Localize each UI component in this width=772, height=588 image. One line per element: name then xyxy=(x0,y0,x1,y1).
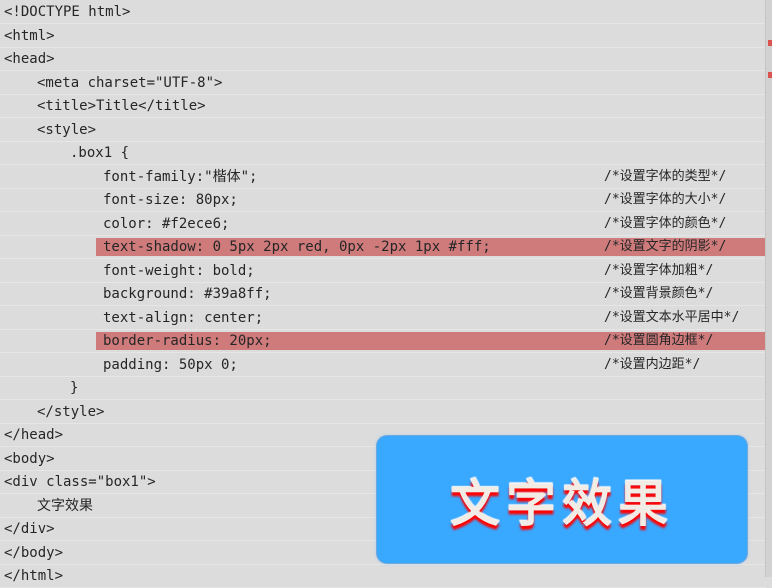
code-text: <body> xyxy=(4,450,55,467)
code-line[interactable]: font-family:"楷体"; /*设置字体的类型*/ xyxy=(0,165,766,189)
code-line[interactable]: <head> xyxy=(0,47,766,71)
code-text: font-size: 80px; xyxy=(103,192,238,208)
code-line[interactable]: text-shadow: 0 5px 2px red, 0px -2px 1px… xyxy=(0,235,766,259)
code-text: border-radius: 20px; xyxy=(103,333,272,349)
code-comment: /*设置字体加粗*/ xyxy=(604,262,714,278)
code-text: text-shadow: 0 5px 2px red, 0px -2px 1px… xyxy=(103,239,491,255)
code-comment: /*设置圆角边框*/ xyxy=(604,333,714,348)
code-text: } xyxy=(70,380,79,396)
code-text: font-family:"楷体"; xyxy=(103,168,258,185)
code-line[interactable]: </style> xyxy=(0,400,766,424)
code-text: background: #39a8ff; xyxy=(103,286,272,302)
code-text: <!DOCTYPE html> xyxy=(4,4,131,20)
code-line[interactable]: font-size: 80px; /*设置字体的大小*/ xyxy=(0,188,766,212)
code-line[interactable]: font-weight: bold; /*设置字体加粗*/ xyxy=(0,259,766,283)
code-comment: /*设置文本水平居中*/ xyxy=(604,309,740,325)
code-comment: /*设置字体的类型*/ xyxy=(604,168,727,184)
code-line[interactable]: <style> xyxy=(0,118,766,142)
code-text: </style> xyxy=(37,403,105,420)
preview-text: 文字效果 xyxy=(450,473,674,533)
scroll-marker xyxy=(768,72,772,78)
code-line[interactable]: .box1 { xyxy=(0,141,766,165)
code-text: </div> xyxy=(4,521,55,537)
code-text: <head> xyxy=(4,51,55,67)
code-line[interactable]: background: #39a8ff; /*设置背景颜色*/ xyxy=(0,282,766,306)
code-line[interactable]: <meta charset="UTF-8"> xyxy=(0,71,766,95)
code-line[interactable]: padding: 50px 0; /*设置内边距*/ xyxy=(0,353,766,377)
code-line[interactable]: <!DOCTYPE html> xyxy=(0,0,766,24)
code-text: font-weight: bold; xyxy=(103,262,255,279)
code-text: <style> xyxy=(37,121,97,138)
code-comment: /*设置内边距*/ xyxy=(604,356,701,372)
code-comment: /*设置文字的阴影*/ xyxy=(604,239,727,254)
code-text: <html> xyxy=(4,27,55,44)
code-line[interactable]: </html> xyxy=(0,564,766,588)
code-text: </head> xyxy=(4,427,64,443)
code-text: 文字效果 xyxy=(37,497,93,514)
code-text: color: #f2ece6; xyxy=(103,215,230,232)
code-comment: /*设置背景颜色*/ xyxy=(604,286,714,301)
code-line[interactable]: } xyxy=(0,376,766,400)
code-line[interactable]: text-align: center; /*设置文本水平居中*/ xyxy=(0,306,766,330)
code-text: <meta charset="UTF-8"> xyxy=(37,74,223,91)
code-text: <title>Title</title> xyxy=(37,98,206,114)
code-line[interactable]: <title>Title</title> xyxy=(0,94,766,118)
code-text: .box1 { xyxy=(70,145,130,161)
code-text: padding: 50px 0; xyxy=(103,356,238,373)
code-text: </body> xyxy=(4,544,64,561)
code-line[interactable]: border-radius: 20px; /*设置圆角边框*/ xyxy=(0,329,766,353)
code-text: <div class="box1"> xyxy=(4,474,156,490)
code-text: </html> xyxy=(4,568,64,584)
code-text: text-align: center; xyxy=(103,309,264,326)
editor-scrollbar[interactable] xyxy=(765,0,772,577)
code-comment: /*设置字体的大小*/ xyxy=(604,192,727,207)
scroll-marker xyxy=(768,40,772,46)
code-line[interactable]: color: #f2ece6; /*设置字体的颜色*/ xyxy=(0,212,766,236)
code-comment: /*设置字体的颜色*/ xyxy=(604,215,727,231)
rendered-preview-box: 文字效果 xyxy=(377,436,747,563)
code-line[interactable]: <html> xyxy=(0,24,766,48)
